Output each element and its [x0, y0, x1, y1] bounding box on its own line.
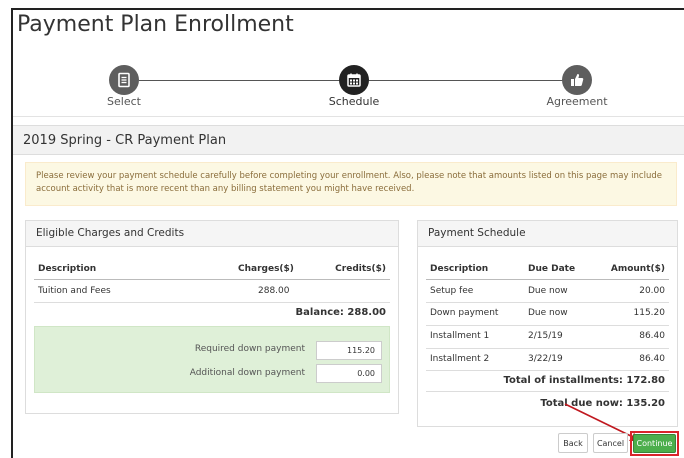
review-notice: Please review your payment schedule care…: [25, 162, 677, 206]
additional-down-payment-input[interactable]: 0.00: [316, 364, 382, 383]
header-rule: [426, 279, 669, 280]
row-rule: [426, 302, 669, 303]
row-rule: [34, 302, 390, 303]
column-header: Amount($): [610, 264, 665, 274]
schedule-amount: 86.40: [639, 331, 665, 341]
required-down-payment-label: Required down payment: [194, 344, 305, 354]
plan-header: 2019 Spring - CR Payment Plan: [13, 125, 684, 155]
cancel-button[interactable]: Cancel: [593, 433, 628, 453]
divider: [13, 116, 684, 117]
step-agreement-label: Agreement: [546, 95, 608, 108]
total-due-now: Total due now: 135.20: [540, 398, 665, 409]
page-frame: Payment Plan Enrollment Select Schedule …: [11, 8, 684, 458]
schedule-due-date: Due now: [528, 308, 568, 318]
charge-description: Tuition and Fees: [38, 286, 111, 296]
continue-highlight: Continue: [630, 431, 679, 456]
column-header: Credits($): [335, 264, 386, 274]
schedule-description: Setup fee: [430, 286, 474, 296]
row-rule: [426, 325, 669, 326]
column-header: Due Date: [528, 264, 576, 274]
schedule-due-date: 3/22/19: [528, 354, 563, 364]
column-header: Charges($): [238, 264, 294, 274]
step-connector: [139, 80, 351, 81]
schedule-due-date: Due now: [528, 286, 568, 296]
plan-title: 2019 Spring - CR Payment Plan: [23, 133, 227, 148]
page-title: Payment Plan Enrollment: [17, 12, 294, 37]
charge-amount: 288.00: [258, 286, 290, 296]
progress-steps: Select Schedule Agreement: [13, 54, 684, 116]
row-rule: [426, 370, 669, 371]
required-down-payment-field[interactable]: 115.20: [316, 341, 382, 360]
schedule-due-date: 2/15/19: [528, 331, 563, 341]
step-select-circle: [109, 65, 139, 95]
step-connector: [369, 80, 583, 81]
panel-heading: Payment Schedule: [418, 221, 677, 247]
step-schedule-circle: [339, 65, 369, 95]
row-rule: [426, 348, 669, 349]
thumbs-up-icon: [571, 73, 584, 86]
down-payment-box: Required down payment 115.20 Additional …: [34, 326, 390, 393]
document-icon: [118, 72, 130, 88]
schedule-description: Installment 1: [430, 331, 490, 341]
schedule-description: Installment 2: [430, 354, 490, 364]
panel-heading: Eligible Charges and Credits: [26, 221, 398, 247]
eligible-charges-panel: Eligible Charges and Credits Description…: [25, 220, 399, 414]
header-rule: [34, 279, 390, 280]
calendar-icon: [347, 73, 361, 87]
column-header: Description: [430, 264, 489, 274]
step-agreement-circle: [562, 65, 592, 95]
total-installments: Total of installments: 172.80: [503, 375, 665, 386]
schedule-amount: 115.20: [633, 308, 666, 318]
row-rule: [426, 391, 669, 392]
additional-down-payment-label: Additional down payment: [189, 368, 305, 378]
schedule-amount: 20.00: [639, 286, 665, 296]
balance-total: Balance: 288.00: [295, 307, 386, 318]
continue-button[interactable]: Continue: [633, 434, 676, 453]
back-button[interactable]: Back: [558, 433, 588, 453]
schedule-amount: 86.40: [639, 354, 665, 364]
column-header: Description: [38, 264, 97, 274]
schedule-description: Down payment: [430, 308, 499, 318]
step-schedule-label: Schedule: [328, 95, 380, 108]
payment-schedule-panel: Payment Schedule Description Due Date Am…: [417, 220, 678, 427]
step-select-label: Select: [107, 95, 141, 108]
